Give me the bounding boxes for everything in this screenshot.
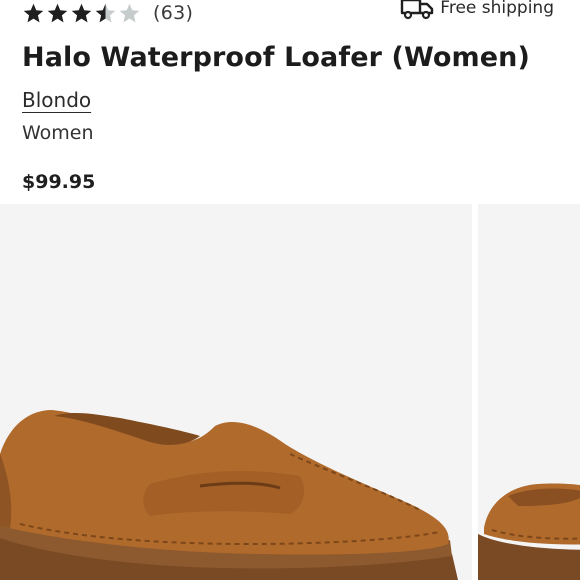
star-icon bbox=[95, 3, 116, 22]
rating-row[interactable]: (63) bbox=[22, 0, 193, 26]
star-icon bbox=[119, 3, 140, 22]
brand-link[interactable]: Blondo bbox=[22, 88, 91, 112]
product-title: Halo Waterproof Loafer (Women) bbox=[22, 42, 530, 73]
truck-icon bbox=[401, 0, 434, 20]
review-count[interactable]: (63) bbox=[153, 2, 193, 24]
star-icon bbox=[23, 3, 44, 22]
department-label: Women bbox=[22, 122, 94, 144]
star-icon bbox=[71, 3, 92, 22]
product-image-main[interactable] bbox=[0, 204, 472, 580]
product-image-gallery[interactable] bbox=[0, 204, 580, 580]
free-shipping-badge: Free shipping bbox=[400, 0, 554, 22]
shoe-image-next bbox=[478, 483, 580, 580]
shoe-image-side bbox=[0, 410, 458, 580]
star-rating bbox=[22, 2, 141, 25]
product-image-next[interactable] bbox=[478, 204, 580, 580]
product-price: $99.95 bbox=[22, 171, 96, 193]
star-icon bbox=[47, 3, 68, 22]
shipping-label: Free shipping bbox=[440, 0, 554, 18]
